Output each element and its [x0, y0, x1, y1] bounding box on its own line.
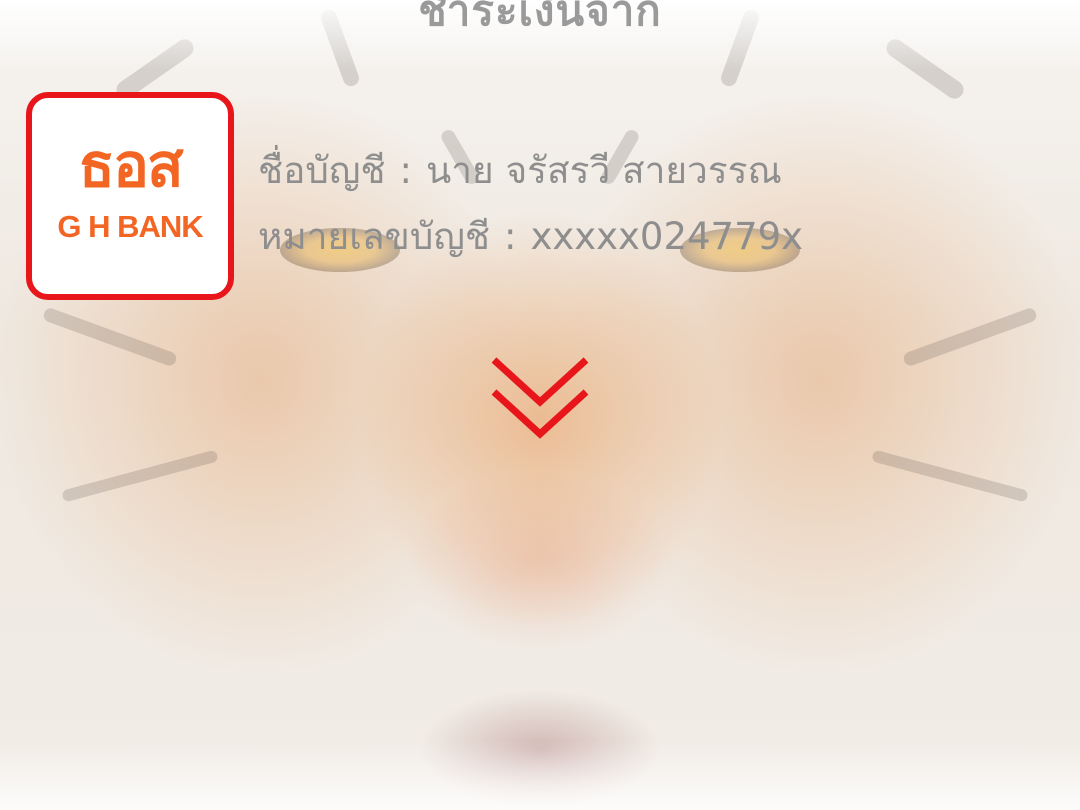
account-name-row: ชื่อบัญชี: นาย จรัสรวี สายวรรณ [258, 138, 803, 204]
bank-logo-thai-text: ธอส [78, 131, 183, 201]
account-number-value: xxxxx024779x [530, 215, 804, 258]
double-chevron-down-icon [491, 357, 589, 439]
account-info: ชื่อบัญชี: นาย จรัสรวี สายวรรณ หมายเลขบัญ… [258, 138, 803, 270]
account-name-value: นาย จรัสรวี สายวรรณ [425, 149, 782, 192]
bank-logo-english-text: G H BANK [57, 209, 203, 244]
account-name-label: ชื่อบัญชี [258, 149, 386, 192]
page-title: ชำระเงินจาก [418, 0, 662, 35]
bank-logo: ธอส G H BANK [26, 92, 234, 300]
account-number-label: หมายเลขบัญชี [258, 215, 490, 258]
account-number-row: หมายเลขบัญชี: xxxxx024779x [258, 204, 803, 270]
separator: : [503, 215, 517, 258]
separator: : [399, 149, 412, 192]
